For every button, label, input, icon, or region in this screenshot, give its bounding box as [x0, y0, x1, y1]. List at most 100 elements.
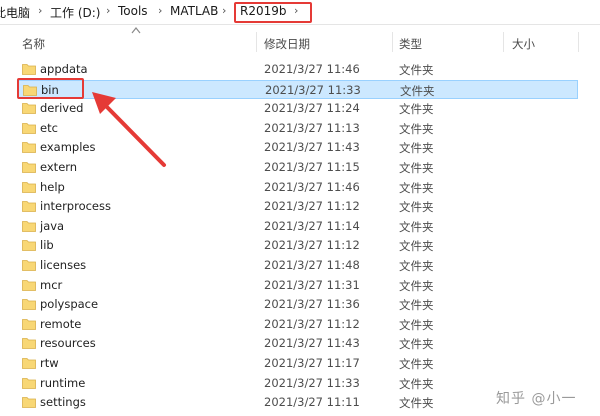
column-header-type[interactable]: 类型: [399, 36, 422, 52]
file-type: 文件夹: [399, 181, 434, 195]
folder-icon: [22, 123, 36, 134]
file-type: 文件夹: [399, 396, 434, 410]
folder-icon: [22, 319, 36, 330]
column-divider[interactable]: [578, 32, 579, 52]
file-name[interactable]: resources: [40, 336, 96, 350]
file-row[interactable]: remote 2021/3/27 11:12 文件夹: [18, 315, 578, 334]
breadcrumb-item-matlab[interactable]: MATLAB: [170, 4, 218, 18]
file-row[interactable]: bin 2021/3/27 11:33 文件夹: [18, 80, 578, 99]
chevron-right-icon[interactable]: ›: [222, 4, 226, 17]
file-name[interactable]: derived: [40, 101, 83, 115]
file-row[interactable]: rtw 2021/3/27 11:17 文件夹: [18, 354, 578, 373]
file-row[interactable]: interprocess 2021/3/27 11:12 文件夹: [18, 197, 578, 216]
file-type: 文件夹: [399, 102, 434, 116]
folder-icon: [22, 358, 36, 369]
file-type: 文件夹: [399, 122, 434, 136]
file-type: 文件夹: [399, 200, 434, 214]
annotation-highlight-box: [17, 78, 84, 99]
file-name[interactable]: appdata: [40, 62, 88, 76]
folder-icon: [22, 64, 36, 75]
file-row[interactable]: runtime 2021/3/27 11:33 文件夹: [18, 374, 578, 393]
column-divider[interactable]: [392, 32, 393, 52]
file-type: 文件夹: [399, 318, 434, 332]
file-date: 2021/3/27 11:11: [264, 395, 360, 409]
file-type: 文件夹: [399, 239, 434, 253]
file-row[interactable]: examples 2021/3/27 11:43 文件夹: [18, 138, 578, 157]
file-date: 2021/3/27 11:43: [264, 336, 360, 350]
file-date: 2021/3/27 11:46: [264, 180, 360, 194]
folder-icon: [22, 221, 36, 232]
folder-icon: [22, 103, 36, 114]
breadcrumb: 此电脑 › 工作 (D:) › Tools › MATLAB › R2019b …: [0, 0, 600, 25]
column-header-size[interactable]: 大小: [512, 36, 535, 52]
folder-icon: [22, 299, 36, 310]
file-date: 2021/3/27 11:24: [264, 101, 360, 115]
watermark-text: 知乎 @小一: [496, 391, 577, 407]
file-name[interactable]: runtime: [40, 376, 85, 390]
chevron-right-icon[interactable]: ›: [106, 4, 110, 17]
column-header-name[interactable]: 名称: [22, 36, 45, 52]
folder-icon: [22, 338, 36, 349]
chevron-right-icon[interactable]: ›: [158, 4, 162, 17]
file-row[interactable]: derived 2021/3/27 11:24 文件夹: [18, 99, 578, 118]
file-name[interactable]: examples: [40, 140, 96, 154]
breadcrumb-item-drive-d[interactable]: 工作 (D:): [50, 4, 100, 21]
file-row[interactable]: licenses 2021/3/27 11:48 文件夹: [18, 256, 578, 275]
file-date: 2021/3/27 11:15: [264, 160, 360, 174]
file-date: 2021/3/27 11:33: [264, 376, 360, 390]
file-name[interactable]: interprocess: [40, 199, 111, 213]
folder-icon: [22, 201, 36, 212]
file-name[interactable]: licenses: [40, 258, 86, 272]
file-row[interactable]: etc 2021/3/27 11:13 文件夹: [18, 119, 578, 138]
breadcrumb-item-tools[interactable]: Tools: [118, 4, 148, 18]
file-type: 文件夹: [399, 63, 434, 77]
file-name[interactable]: help: [40, 180, 65, 194]
file-type: 文件夹: [399, 279, 434, 293]
breadcrumb-highlight-box: [234, 2, 312, 23]
file-name[interactable]: extern: [40, 160, 77, 174]
folder-icon: [22, 162, 36, 173]
file-name[interactable]: java: [40, 219, 64, 233]
folder-icon: [22, 142, 36, 153]
file-row[interactable]: help 2021/3/27 11:46 文件夹: [18, 178, 578, 197]
file-date: 2021/3/27 11:12: [264, 199, 360, 213]
breadcrumb-item-this-pc[interactable]: 此电脑: [0, 4, 30, 21]
file-name[interactable]: lib: [40, 238, 54, 252]
folder-icon: [22, 378, 36, 389]
file-name[interactable]: etc: [40, 121, 58, 135]
column-divider[interactable]: [256, 32, 257, 52]
file-date: 2021/3/27 11:12: [264, 317, 360, 331]
file-row[interactable]: polyspace 2021/3/27 11:36 文件夹: [18, 295, 578, 314]
file-type: 文件夹: [399, 298, 434, 312]
file-date: 2021/3/27 11:36: [264, 297, 360, 311]
file-name[interactable]: rtw: [40, 356, 59, 370]
file-name[interactable]: mcr: [40, 278, 62, 292]
column-divider[interactable]: [503, 32, 504, 52]
folder-icon: [22, 397, 36, 408]
file-row[interactable]: appdata 2021/3/27 11:46 文件夹: [18, 60, 578, 79]
chevron-right-icon[interactable]: ›: [38, 4, 42, 17]
column-header-row: 名称 修改日期 类型 大小: [0, 30, 600, 54]
file-row[interactable]: settings 2021/3/27 11:11 文件夹: [18, 393, 578, 412]
file-row[interactable]: mcr 2021/3/27 11:31 文件夹: [18, 276, 578, 295]
column-header-date[interactable]: 修改日期: [264, 36, 310, 52]
file-name[interactable]: remote: [40, 317, 81, 331]
file-row[interactable]: extern 2021/3/27 11:15 文件夹: [18, 158, 578, 177]
file-date: 2021/3/27 11:13: [264, 121, 360, 135]
file-row[interactable]: resources 2021/3/27 11:43 文件夹: [18, 334, 578, 353]
file-type: 文件夹: [399, 377, 434, 391]
file-name[interactable]: polyspace: [40, 297, 98, 311]
file-row[interactable]: lib 2021/3/27 11:12 文件夹: [18, 236, 578, 255]
file-type: 文件夹: [399, 357, 434, 371]
file-date: 2021/3/27 11:31: [264, 278, 360, 292]
file-row[interactable]: java 2021/3/27 11:14 文件夹: [18, 217, 578, 236]
file-type: 文件夹: [399, 161, 434, 175]
folder-icon: [22, 240, 36, 251]
file-type: 文件夹: [399, 337, 434, 351]
file-date: 2021/3/27 11:17: [264, 356, 360, 370]
file-type: 文件夹: [399, 141, 434, 155]
file-name[interactable]: settings: [40, 395, 86, 409]
file-date: 2021/3/27 11:46: [264, 62, 360, 76]
file-date: 2021/3/27 11:14: [264, 219, 360, 233]
file-date: 2021/3/27 11:12: [264, 238, 360, 252]
